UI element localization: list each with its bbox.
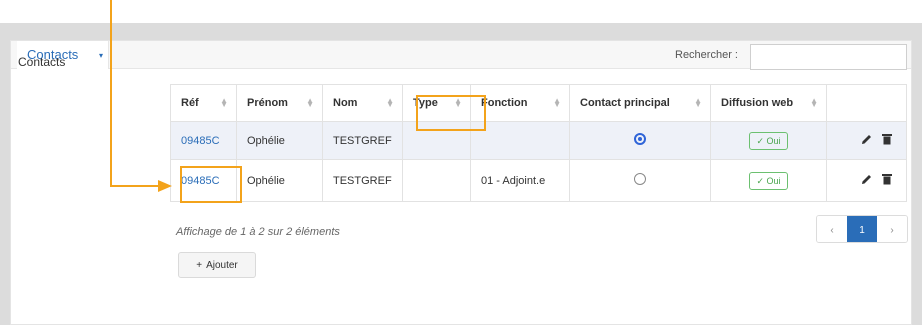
highlight-type-header [416, 95, 486, 131]
cell-diffusion-web: ✓ Oui [710, 159, 827, 202]
trash-icon[interactable] [882, 173, 892, 188]
contact-principal-radio[interactable] [634, 173, 646, 185]
highlight-ref-cell [180, 166, 242, 203]
table-row[interactable]: 09485C Ophélie TESTGREF ✓ Oui [170, 121, 907, 160]
annotation-arrow-horizontal [110, 185, 162, 187]
contact-principal-radio-selected[interactable] [634, 133, 646, 145]
ref-link[interactable]: 09485C [181, 135, 220, 147]
cell-diffusion-web: ✓ Oui [710, 121, 827, 160]
pagination-prev-button[interactable]: ‹ [817, 216, 847, 242]
column-header-label: Fonction [481, 97, 528, 109]
background-frame-top [0, 23, 922, 40]
column-header-actions [826, 84, 907, 122]
cell-ref[interactable]: 09485C [170, 121, 237, 160]
background-frame-left [0, 23, 10, 325]
annotation-arrow-vertical [110, 0, 112, 187]
pagination-page-1[interactable]: 1 [847, 216, 877, 242]
column-header-label: Nom [333, 97, 358, 109]
plus-icon: + [196, 259, 203, 271]
cell-nom: TESTGREF [322, 121, 403, 160]
cell-actions [826, 121, 907, 160]
trash-icon[interactable] [882, 133, 892, 148]
column-header-diffusion-web[interactable]: Diffusion web ▲ ▼ [710, 84, 827, 122]
search-input[interactable] [750, 44, 907, 70]
column-header-prenom[interactable]: Prénom ▲ ▼ [236, 84, 323, 122]
add-button-label: Ajouter [206, 259, 238, 271]
search-label: Rechercher : [675, 49, 738, 61]
arrow-pointer-icon [158, 180, 172, 192]
table-info: Affichage de 1 à 2 sur 2 éléments [176, 226, 340, 238]
caret-down-icon: ▾ [99, 51, 104, 60]
sort-icon: ▲ ▼ [220, 96, 228, 109]
contacts-table: Réf ▲ ▼ Prénom ▲ ▼ Nom ▲ ▼ Type ▲ ▼ Fonction ▲ ▼ C… [170, 84, 907, 202]
sort-icon: ▲ ▼ [386, 96, 394, 109]
pagination: ‹ 1 › [816, 215, 908, 243]
sort-icon: ▲ ▼ [694, 96, 702, 109]
column-header-label: Prénom [247, 97, 288, 109]
diffusion-web-toggle[interactable]: ✓ Oui [749, 131, 788, 150]
sort-icon: ▲ ▼ [306, 96, 314, 109]
cell-fonction: 01 - Adjoint.e [470, 159, 570, 202]
sort-icon: ▲ ▼ [553, 96, 561, 109]
pencil-icon[interactable] [861, 133, 873, 148]
column-header-label: Contact principal [580, 97, 670, 109]
column-header-ref[interactable]: Réf ▲ ▼ [170, 84, 237, 122]
pagination-next-button[interactable]: › [877, 216, 907, 242]
column-header-label: Réf [181, 97, 199, 109]
cell-prenom: Ophélie [236, 121, 323, 160]
background-frame-right [912, 23, 922, 325]
cell-nom: TESTGREF [322, 159, 403, 202]
diffusion-web-toggle[interactable]: ✓ Oui [749, 171, 788, 190]
column-header-label: Diffusion web [721, 97, 794, 109]
cell-actions [826, 159, 907, 202]
sort-icon: ▲ ▼ [810, 96, 818, 109]
column-header-nom[interactable]: Nom ▲ ▼ [322, 84, 403, 122]
cell-contact-principal [569, 121, 711, 160]
add-button[interactable]: + Ajouter [178, 252, 256, 278]
cell-type [402, 159, 471, 202]
cell-contact-principal [569, 159, 711, 202]
pencil-icon[interactable] [861, 173, 873, 188]
table-row[interactable]: 09485C Ophélie TESTGREF 01 - Adjoint.e ✓… [170, 159, 907, 202]
screenshot-stage: Contacts ▾ Contacts Rechercher : Réf ▲ ▼ P… [0, 0, 922, 325]
section-title: Contacts [18, 55, 66, 69]
table-header-row: Réf ▲ ▼ Prénom ▲ ▼ Nom ▲ ▼ Type ▲ ▼ Fonction ▲ ▼ C… [170, 84, 907, 122]
column-header-contact-principal[interactable]: Contact principal ▲ ▼ [569, 84, 711, 122]
cell-prenom: Ophélie [236, 159, 323, 202]
